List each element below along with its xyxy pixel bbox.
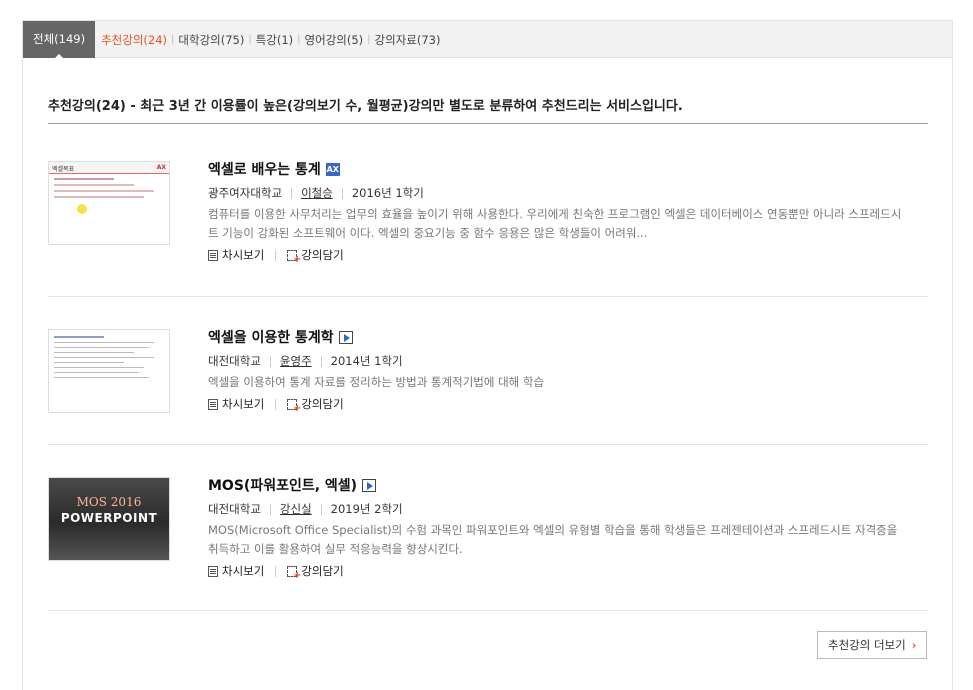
term: 2019년 2학기 — [330, 502, 403, 516]
lecture-actions: 차시보기 강의담기 — [208, 247, 908, 265]
lecture-actions: 차시보기 강의담기 — [208, 563, 908, 581]
view-sessions-button[interactable]: 차시보기 — [208, 396, 264, 412]
lecture-meta: 대전대학교 윤영주 2014년 1학기 — [208, 353, 908, 369]
add-to-folder-icon — [287, 398, 301, 414]
term: 2016년 1학기 — [351, 186, 424, 200]
meta-divider — [320, 355, 322, 367]
lecture-info: 엑셀을 이용한 통계학 대전대학교 윤영주 2014년 1학기 엑셀을 이용하여… — [208, 327, 908, 414]
lecture-actions: 차시보기 강의담기 — [208, 396, 908, 414]
lecture-panel: 전체(149) 추천강의(24) | 대학강의(75) | 특강(1) | 영어… — [22, 20, 953, 690]
list-icon — [208, 565, 218, 577]
tab-materials[interactable]: 강의자료(73) — [375, 32, 441, 48]
tab-university[interactable]: 대학강의(75) — [178, 32, 244, 48]
list-item: 엑셀을 이용한 통계학 대전대학교 윤영주 2014년 1학기 엑셀을 이용하여… — [48, 297, 928, 445]
video-play-icon — [362, 478, 377, 492]
meta-divider — [341, 187, 343, 199]
professor-link[interactable]: 윤영주 — [280, 353, 312, 369]
thumbnail-line — [54, 377, 149, 378]
thumbnail-line — [54, 178, 114, 180]
meta-divider — [320, 503, 322, 515]
video-play-icon — [338, 330, 353, 344]
add-to-folder-icon — [287, 249, 301, 265]
university: 대전대학교 — [208, 354, 261, 368]
view-sessions-label: 차시보기 — [222, 248, 265, 262]
tab-all[interactable]: 전체(149) — [23, 21, 96, 59]
thumbnail-heading: 엑셀목표 — [52, 166, 75, 173]
tab-divider: | — [367, 34, 371, 45]
meta-divider — [269, 503, 271, 515]
add-lecture-button[interactable]: 강의담기 — [287, 563, 344, 581]
lecture-description: MOS(Microsoft Office Specialist)의 수험 과목인… — [208, 523, 898, 556]
meta-divider — [269, 355, 271, 367]
lecture-thumbnail[interactable]: MOS 2016 POWERPOINT — [48, 477, 170, 561]
tab-recommended[interactable]: 추천강의(24) — [101, 32, 167, 48]
thumbnail-line — [54, 352, 134, 353]
action-divider — [275, 398, 277, 410]
view-sessions-button[interactable]: 차시보기 — [208, 247, 264, 263]
action-divider — [275, 249, 277, 261]
add-lecture-label: 강의담기 — [301, 397, 344, 411]
category-tabs: 전체(149) 추천강의(24) | 대학강의(75) | 특강(1) | 영어… — [23, 21, 952, 59]
add-lecture-label: 강의담기 — [301, 564, 344, 578]
view-sessions-label: 차시보기 — [222, 564, 265, 578]
list-item: MOS 2016 POWERPOINT MOS(파워포인트, 엑셀) 대전대학교… — [48, 445, 928, 611]
section-headline: 추천강의(24) - 최근 3년 간 이용률이 높은(강의보기 수, 월평균)강… — [48, 95, 928, 124]
add-lecture-button[interactable]: 강의담기 — [287, 247, 344, 265]
view-sessions-label: 차시보기 — [222, 397, 265, 411]
tab-divider: | — [297, 34, 301, 45]
thumbnail-line — [54, 347, 149, 348]
tab-special[interactable]: 특강(1) — [256, 32, 293, 48]
tab-divider: | — [171, 34, 175, 45]
meta-divider — [291, 187, 293, 199]
lecture-title[interactable]: 엑셀로 배우는 통계 — [208, 159, 321, 179]
add-to-folder-icon — [287, 565, 301, 581]
lecture-meta: 광주여자대학교 이철승 2016년 1학기 — [208, 185, 908, 201]
thumbnail-line — [54, 196, 144, 198]
thumbnail-line — [54, 357, 154, 358]
lecture-info: MOS(파워포인트, 엑셀) 대전대학교 강신실 2019년 2학기 MOS(M… — [208, 475, 908, 581]
lecture-description: 컴퓨터를 이용한 사무처리는 업무의 효율을 높이기 위해 사용한다. 우리에게… — [208, 207, 902, 240]
thumbnail-heading: MOS 2016 — [76, 495, 142, 509]
list-item: 엑셀목표 AX 엑셀로 배우는 통계 AX 광주여자대학교 이철승 2016년 … — [48, 149, 928, 297]
list-icon — [208, 398, 218, 410]
lecture-thumbnail[interactable] — [48, 329, 170, 413]
term: 2014년 1학기 — [330, 354, 403, 368]
thumbnail-line — [54, 372, 139, 373]
tab-english[interactable]: 영어강의(5) — [305, 32, 364, 48]
lecture-thumbnail[interactable]: 엑셀목표 AX — [48, 161, 170, 245]
view-sessions-button[interactable]: 차시보기 — [208, 563, 264, 579]
thumbnail-line — [54, 190, 154, 192]
lecture-info: 엑셀로 배우는 통계 AX 광주여자대학교 이철승 2016년 1학기 컴퓨터를… — [208, 159, 908, 265]
lecture-title[interactable]: MOS(파워포인트, 엑셀) — [208, 475, 357, 495]
thumbnail-highlight — [77, 204, 87, 214]
lecture-meta: 대전대학교 강신실 2019년 2학기 — [208, 501, 908, 517]
university: 광주여자대학교 — [208, 186, 283, 200]
thumbnail-slide: 엑셀목표 AX — [49, 162, 169, 174]
more-recommended-button[interactable]: 추천강의 더보기 › — [817, 631, 927, 659]
lecture-title[interactable]: 엑셀을 이용한 통계학 — [208, 327, 334, 347]
thumbnail-line — [54, 367, 144, 368]
thumbnail-line — [54, 362, 124, 363]
chevron-right-icon: › — [911, 638, 917, 652]
thumbnail-brand: AX — [156, 164, 166, 171]
thumbnail-line — [54, 342, 154, 343]
professor-link[interactable]: 이철승 — [301, 185, 333, 201]
professor-link[interactable]: 강신실 — [280, 501, 312, 517]
thumbnail-line — [54, 336, 104, 338]
tab-divider: | — [248, 34, 252, 45]
university: 대전대학교 — [208, 502, 261, 516]
action-divider — [275, 565, 277, 577]
thumbnail-brand: POWERPOINT — [60, 511, 158, 525]
add-lecture-button[interactable]: 강의담기 — [287, 396, 344, 414]
ax-badge-icon: AX — [325, 162, 340, 176]
add-lecture-label: 강의담기 — [301, 248, 344, 262]
thumbnail-line — [54, 184, 134, 186]
lecture-description: 엑셀을 이용하여 통계 자료를 정리하는 방법과 통계적기법에 대해 학습 — [208, 375, 545, 389]
list-icon — [208, 249, 218, 261]
more-recommended-label: 추천강의 더보기 — [828, 638, 906, 652]
